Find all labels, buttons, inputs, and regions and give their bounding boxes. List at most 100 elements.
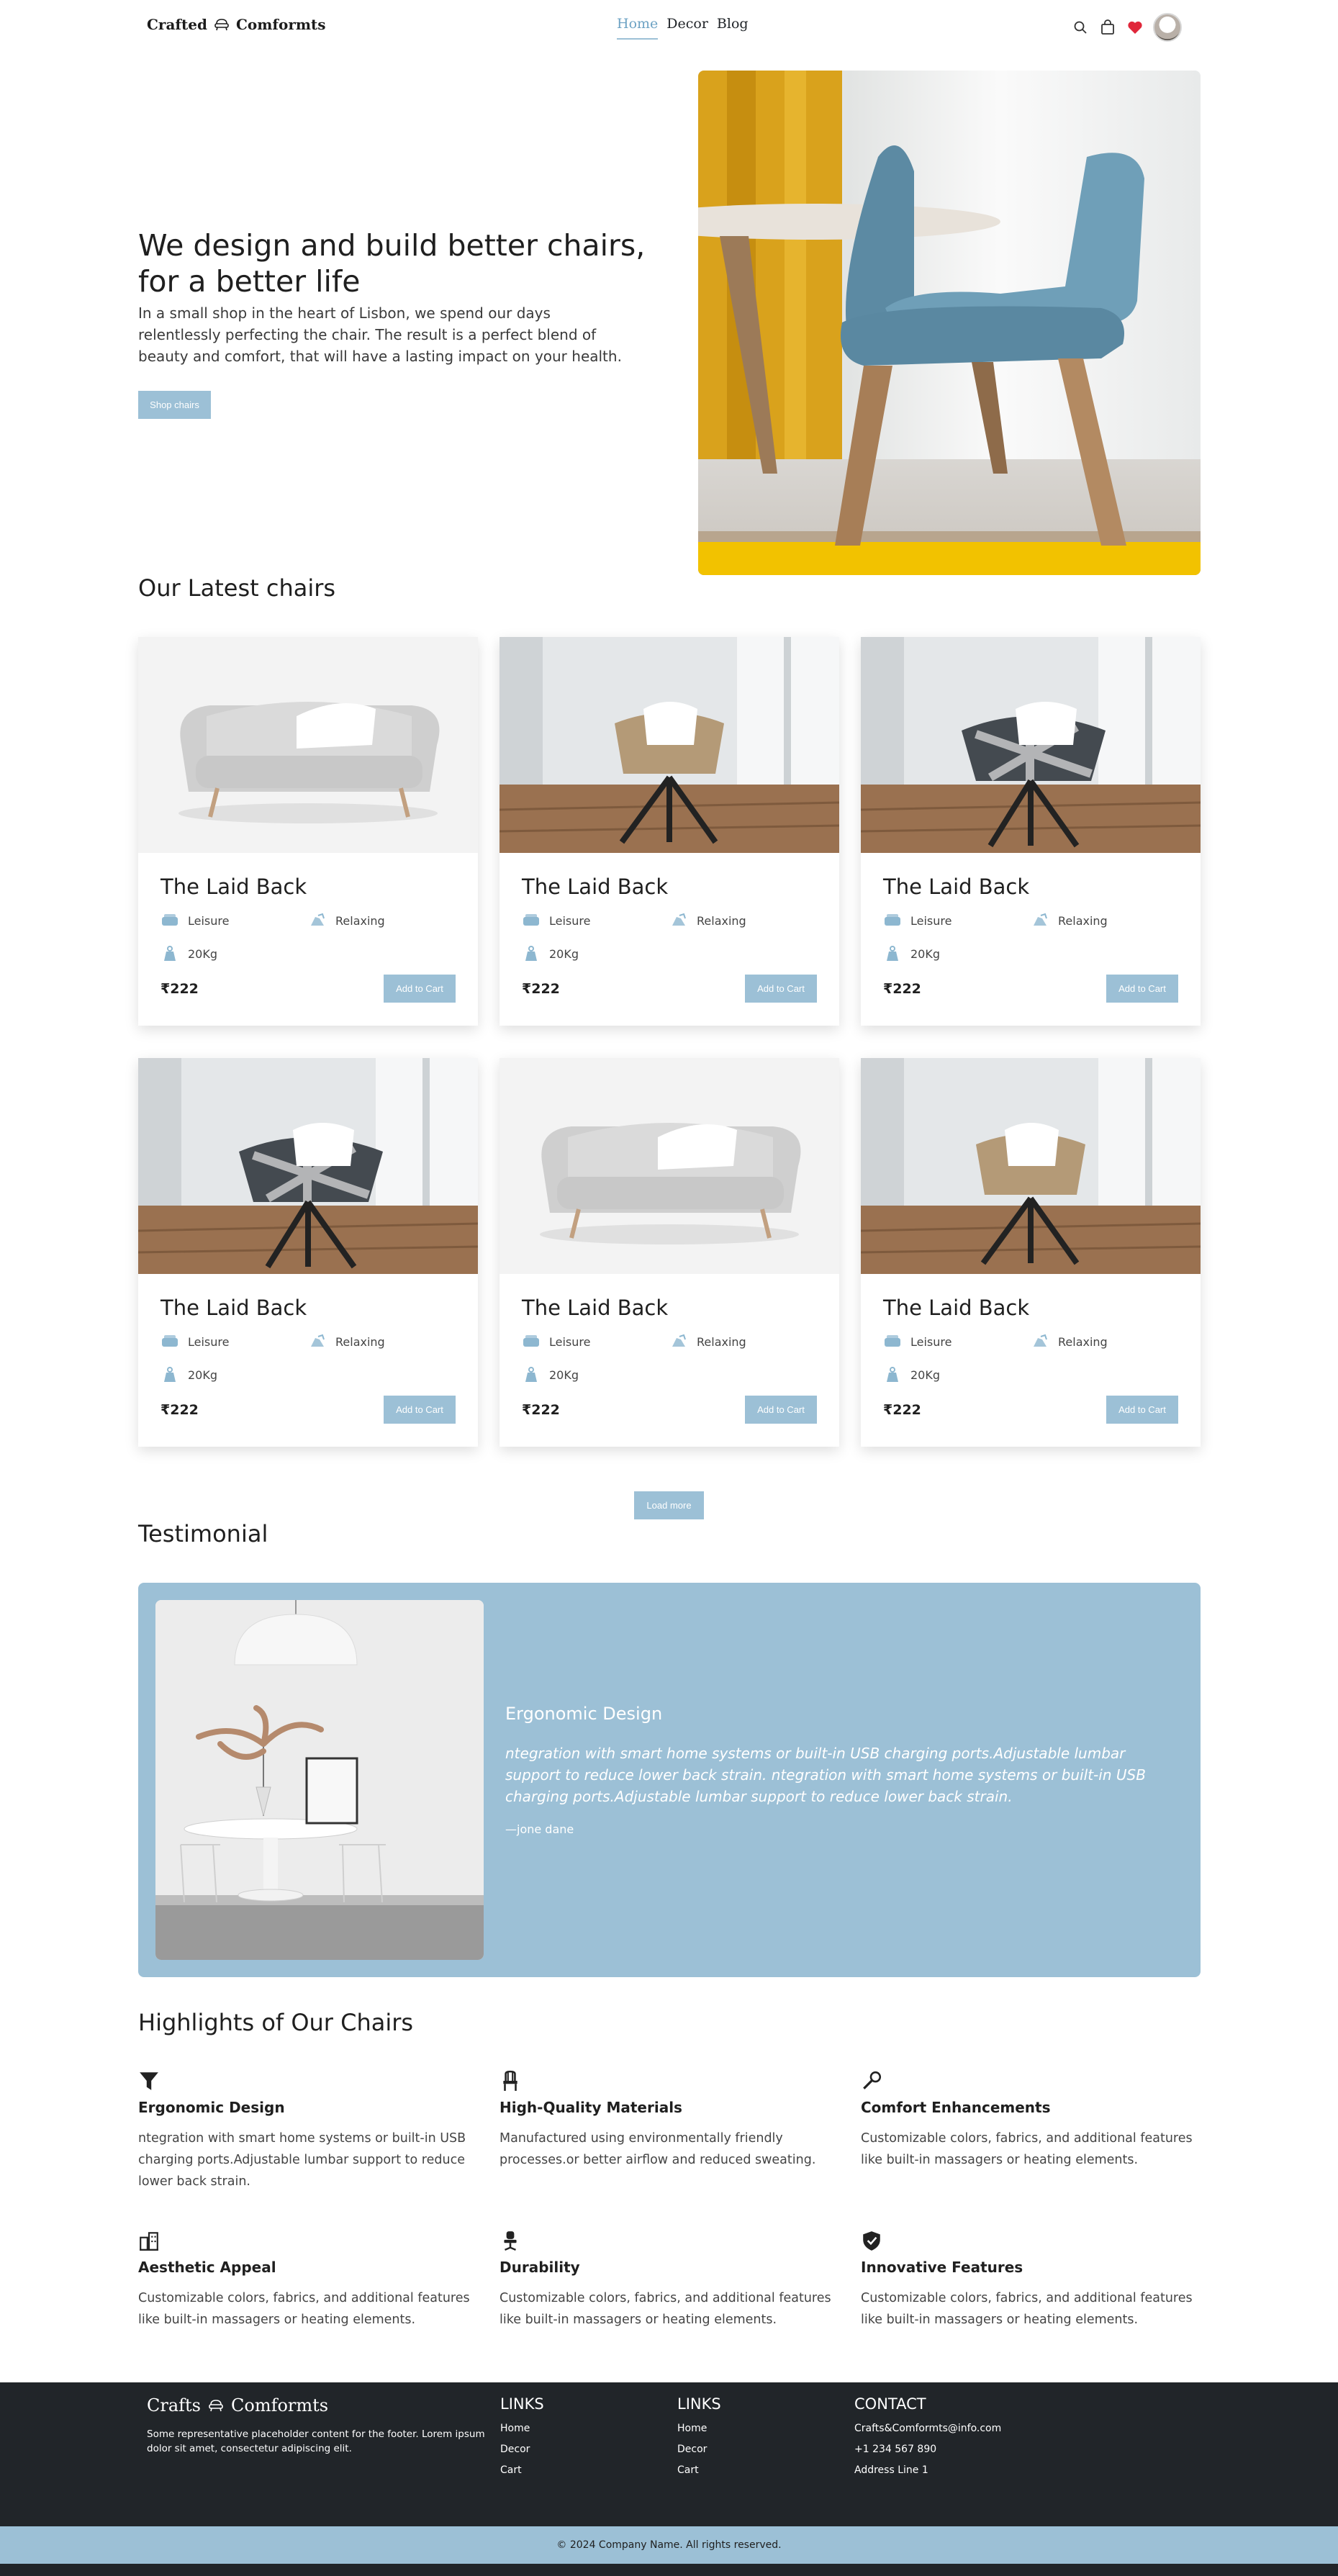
product-card[interactable]: The Laid Back Leisure Relaxing 20Kg ₹222 Add …: [138, 1058, 478, 1447]
feature-label: Relaxing: [1058, 1334, 1108, 1349]
product-image[interactable]: [500, 637, 839, 853]
highlight-title: Comfort Enhancements: [861, 2099, 1051, 2116]
plaid-chair-icon: [138, 1058, 478, 1274]
testimonial-card: Ergonomic Design ntegration with smart h…: [138, 1583, 1201, 1977]
product-card[interactable]: The Laid Back Leisure Relaxing 20Kg ₹222 Add …: [861, 1058, 1201, 1447]
highlight-text: Customizable colors, fabrics, and additi…: [138, 2291, 470, 2327]
product-name[interactable]: The Laid Back: [883, 1296, 1029, 1320]
chair-logo-icon: [214, 19, 229, 31]
feature-leisure: Leisure: [161, 1334, 229, 1350]
highlight-title: High-Quality Materials: [500, 2099, 682, 2116]
product-name[interactable]: The Laid Back: [522, 875, 668, 899]
feature-relaxing: Relaxing: [308, 913, 385, 928]
product-price: ₹222: [883, 1402, 921, 1418]
add-to-cart-button[interactable]: Add to Cart: [384, 1396, 456, 1424]
footer: Crafts Comformts Some representative pla…: [0, 2382, 1338, 2526]
hero-chair-illustration: [698, 71, 1201, 575]
feature-relaxing: Relaxing: [1031, 913, 1108, 928]
sofa-icon: [138, 637, 478, 853]
testimonial-quote: ntegration with smart home systems or bu…: [505, 1745, 1146, 1805]
dining-room-illustration: [155, 1600, 484, 1960]
feature-label: 20Kg: [910, 946, 941, 961]
brand-right-text: Comformts: [235, 16, 326, 33]
highlight-text: Customizable colors, fabrics, and additi…: [500, 2291, 831, 2327]
feature-label: Relaxing: [335, 1334, 385, 1349]
product-image[interactable]: [138, 637, 478, 853]
footer-contact-title: CONTACT: [854, 2395, 926, 2413]
footer-link-cart[interactable]: Cart: [677, 2460, 721, 2481]
product-image[interactable]: [138, 1058, 478, 1274]
feature-leisure: Leisure: [883, 1334, 951, 1350]
product-image[interactable]: [861, 1058, 1201, 1274]
sofa-feature-icon: [885, 914, 900, 926]
testimonial-section-title: Testimonial: [138, 1520, 268, 1547]
search-icon[interactable]: [1071, 18, 1090, 37]
feature-relaxing: Relaxing: [308, 1334, 385, 1350]
product-name[interactable]: The Laid Back: [161, 1296, 307, 1320]
product-name[interactable]: The Laid Back: [161, 875, 307, 899]
testimonial-image: [155, 1600, 484, 1960]
brand-left-text: Crafted: [147, 16, 207, 33]
weight-icon: [887, 1367, 898, 1382]
footer-link-home[interactable]: Home: [677, 2418, 721, 2439]
brand-logo[interactable]: Crafted Comformts: [147, 16, 326, 33]
hero-image: [698, 71, 1201, 575]
feature-label: Relaxing: [1058, 913, 1108, 928]
tan-chair-icon: [500, 637, 839, 853]
weight-icon: [525, 1367, 537, 1382]
feature-leisure: Leisure: [161, 913, 229, 928]
product-name[interactable]: The Laid Back: [522, 1296, 668, 1320]
shield-check-icon: [863, 2231, 880, 2251]
sofa-feature-icon: [523, 914, 539, 926]
add-to-cart-button[interactable]: Add to Cart: [1106, 975, 1178, 1003]
chair-logo-icon: [209, 2400, 223, 2412]
nav-link-blog[interactable]: Blog: [717, 16, 749, 40]
product-card[interactable]: The Laid Back Leisure Relaxing 20Kg ₹222 Add …: [500, 1058, 839, 1447]
product-card[interactable]: The Laid Back Leisure Relaxing 20Kg ₹222 Add …: [861, 637, 1201, 1026]
sofa-feature-icon: [162, 914, 178, 926]
feature-relaxing: Relaxing: [669, 1334, 746, 1350]
shop-chairs-button[interactable]: Shop chairs: [138, 391, 211, 419]
footer-link-decor[interactable]: Decor: [677, 2439, 721, 2460]
feature-leisure: Leisure: [522, 913, 590, 928]
add-to-cart-button[interactable]: Add to Cart: [384, 975, 456, 1003]
nav-link-decor[interactable]: Decor: [666, 16, 708, 40]
testimonial-author: —jone dane: [505, 1822, 574, 1836]
highlight-item: Ergonomic Design ntegration with smart ho…: [138, 2070, 476, 2189]
highlight-text: ntegration with smart home systems or bu…: [138, 2131, 466, 2189]
add-to-cart-button[interactable]: Add to Cart: [1106, 1396, 1178, 1424]
footer-link-cart[interactable]: Cart: [500, 2460, 544, 2481]
highlight-item: Innovative Features Customizable colors, …: [861, 2230, 1199, 2327]
feature-label: Leisure: [188, 1334, 230, 1349]
weight-icon: [525, 946, 537, 961]
footer-contact-email[interactable]: Crafts&Comformts@info.com: [854, 2418, 1001, 2439]
highlight-title: Durability: [500, 2259, 580, 2276]
feature-relaxing: Relaxing: [1031, 1334, 1108, 1350]
product-price: ₹222: [883, 981, 921, 997]
feature-leisure: Leisure: [883, 913, 951, 928]
product-image[interactable]: [861, 637, 1201, 853]
footer-brand-right: Comformts: [231, 2395, 329, 2415]
feature-weight: 20Kg: [522, 945, 579, 962]
footer-link-decor[interactable]: Decor: [500, 2439, 544, 2460]
navbar: Crafted Comformts Home Decor Blog: [0, 0, 1338, 53]
product-image[interactable]: [500, 1058, 839, 1274]
shopping-bag-icon[interactable]: [1098, 18, 1117, 37]
product-name[interactable]: The Laid Back: [883, 875, 1029, 899]
product-card[interactable]: The Laid Back Leisure Relaxing 20Kg ₹222 Add …: [138, 637, 478, 1026]
footer-link-home[interactable]: Home: [500, 2418, 544, 2439]
user-avatar[interactable]: [1153, 13, 1182, 42]
feature-weight: 20Kg: [883, 1366, 940, 1383]
feature-label: 20Kg: [188, 946, 218, 961]
load-more-button[interactable]: Load more: [634, 1491, 704, 1519]
product-card[interactable]: The Laid Back Leisure Relaxing 20Kg ₹222 Add …: [500, 637, 839, 1026]
funnel-icon: [140, 2072, 158, 2090]
nav-link-home[interactable]: Home: [617, 16, 659, 40]
nav-icons: [1071, 13, 1182, 42]
heart-icon[interactable]: [1126, 18, 1144, 37]
add-to-cart-button[interactable]: Add to Cart: [745, 1396, 817, 1424]
recliner-feature-icon: [672, 1334, 686, 1347]
add-to-cart-button[interactable]: Add to Cart: [745, 975, 817, 1003]
recliner-feature-icon: [1034, 913, 1047, 926]
sofa-feature-icon: [523, 1335, 539, 1347]
